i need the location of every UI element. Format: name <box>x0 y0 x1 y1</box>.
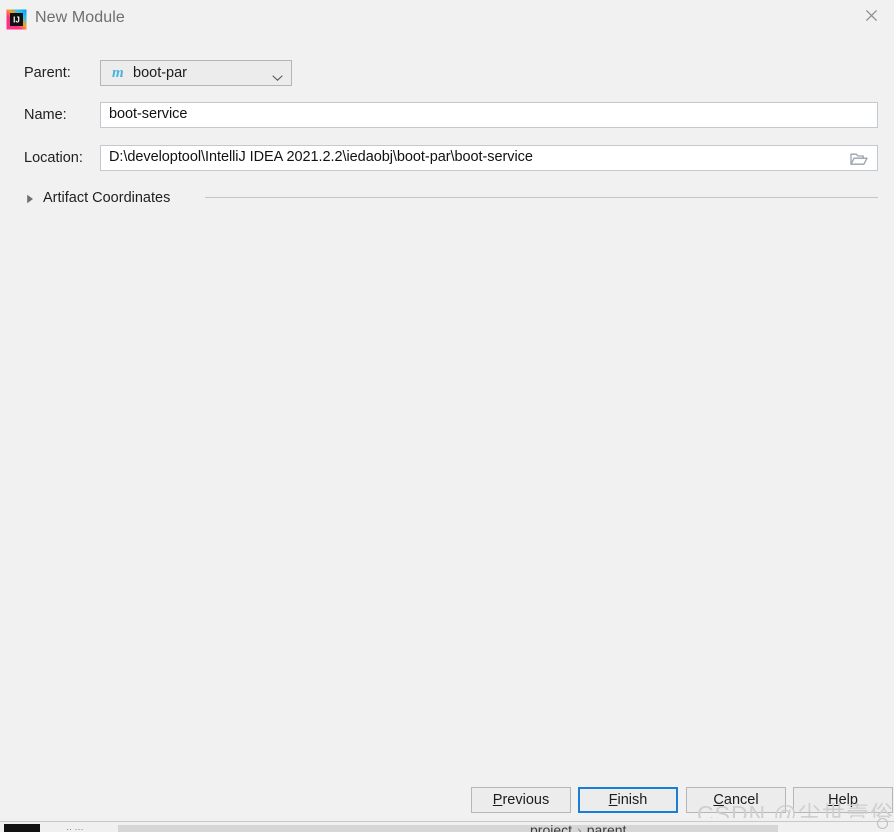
parent-module-dropdown[interactable]: m boot-par <box>100 60 292 86</box>
help-button-mnemonic: H <box>828 792 839 808</box>
backdrop-toolbar-dots: ·· ··· <box>66 824 84 832</box>
cancel-button[interactable]: Cancel <box>686 787 786 813</box>
finish-button[interactable]: Finish <box>578 787 678 813</box>
artifact-coordinates-label: Artifact Coordinates <box>43 190 171 206</box>
chevron-down-icon <box>272 69 283 81</box>
parent-module-value: boot-par <box>133 65 188 81</box>
backdrop-separator <box>0 821 894 822</box>
previous-button-mnemonic: P <box>492 792 503 808</box>
breadcrumb: project › parent <box>530 822 626 832</box>
location-label: Location: <box>24 150 83 166</box>
help-button-label: elp <box>838 792 858 808</box>
section-divider <box>205 197 878 198</box>
artifact-coordinates-section-toggle[interactable]: Artifact Coordinates <box>24 188 170 208</box>
cancel-button-label: ancel <box>723 792 759 808</box>
background-ide-window: ·· ··· project › parent <box>0 818 894 832</box>
intellij-idea-logo-icon: IJ <box>6 9 27 30</box>
help-button[interactable]: Help <box>793 787 893 813</box>
location-input[interactable]: D:\developtool\IntelliJ IDEA 2021.2.2\ie… <box>100 145 878 171</box>
backdrop-status-circle-icon <box>877 818 888 829</box>
name-label: Name: <box>24 107 67 123</box>
dialog-title: New Module <box>35 9 125 26</box>
close-icon[interactable] <box>848 0 894 31</box>
backdrop-tab-block <box>4 824 40 832</box>
previous-button[interactable]: Previous <box>471 787 571 813</box>
name-input[interactable]: boot-service <box>100 102 878 128</box>
breadcrumb-separator-icon: › <box>577 822 582 832</box>
previous-button-label: revious <box>502 792 550 808</box>
cancel-button-mnemonic: C <box>713 792 724 808</box>
location-input-value: D:\developtool\IntelliJ IDEA 2021.2.2\ie… <box>109 149 533 165</box>
finish-button-mnemonic: F <box>608 792 618 808</box>
breadcrumb-item-project[interactable]: project <box>530 822 572 832</box>
triangle-right-icon <box>24 192 36 204</box>
finish-button-label: inish <box>617 792 648 808</box>
backdrop-toolbar-strip <box>118 825 778 832</box>
svg-text:IJ: IJ <box>13 15 20 24</box>
folder-open-icon[interactable] <box>850 152 868 166</box>
dialog-titlebar: IJ New Module <box>0 0 894 39</box>
name-input-value: boot-service <box>109 106 188 122</box>
new-module-dialog: IJ New Module Parent: m boot-par Name: b… <box>0 0 894 818</box>
parent-label: Parent: <box>24 65 71 81</box>
maven-module-icon: m <box>112 65 124 81</box>
breadcrumb-item-parent[interactable]: parent <box>587 822 627 832</box>
